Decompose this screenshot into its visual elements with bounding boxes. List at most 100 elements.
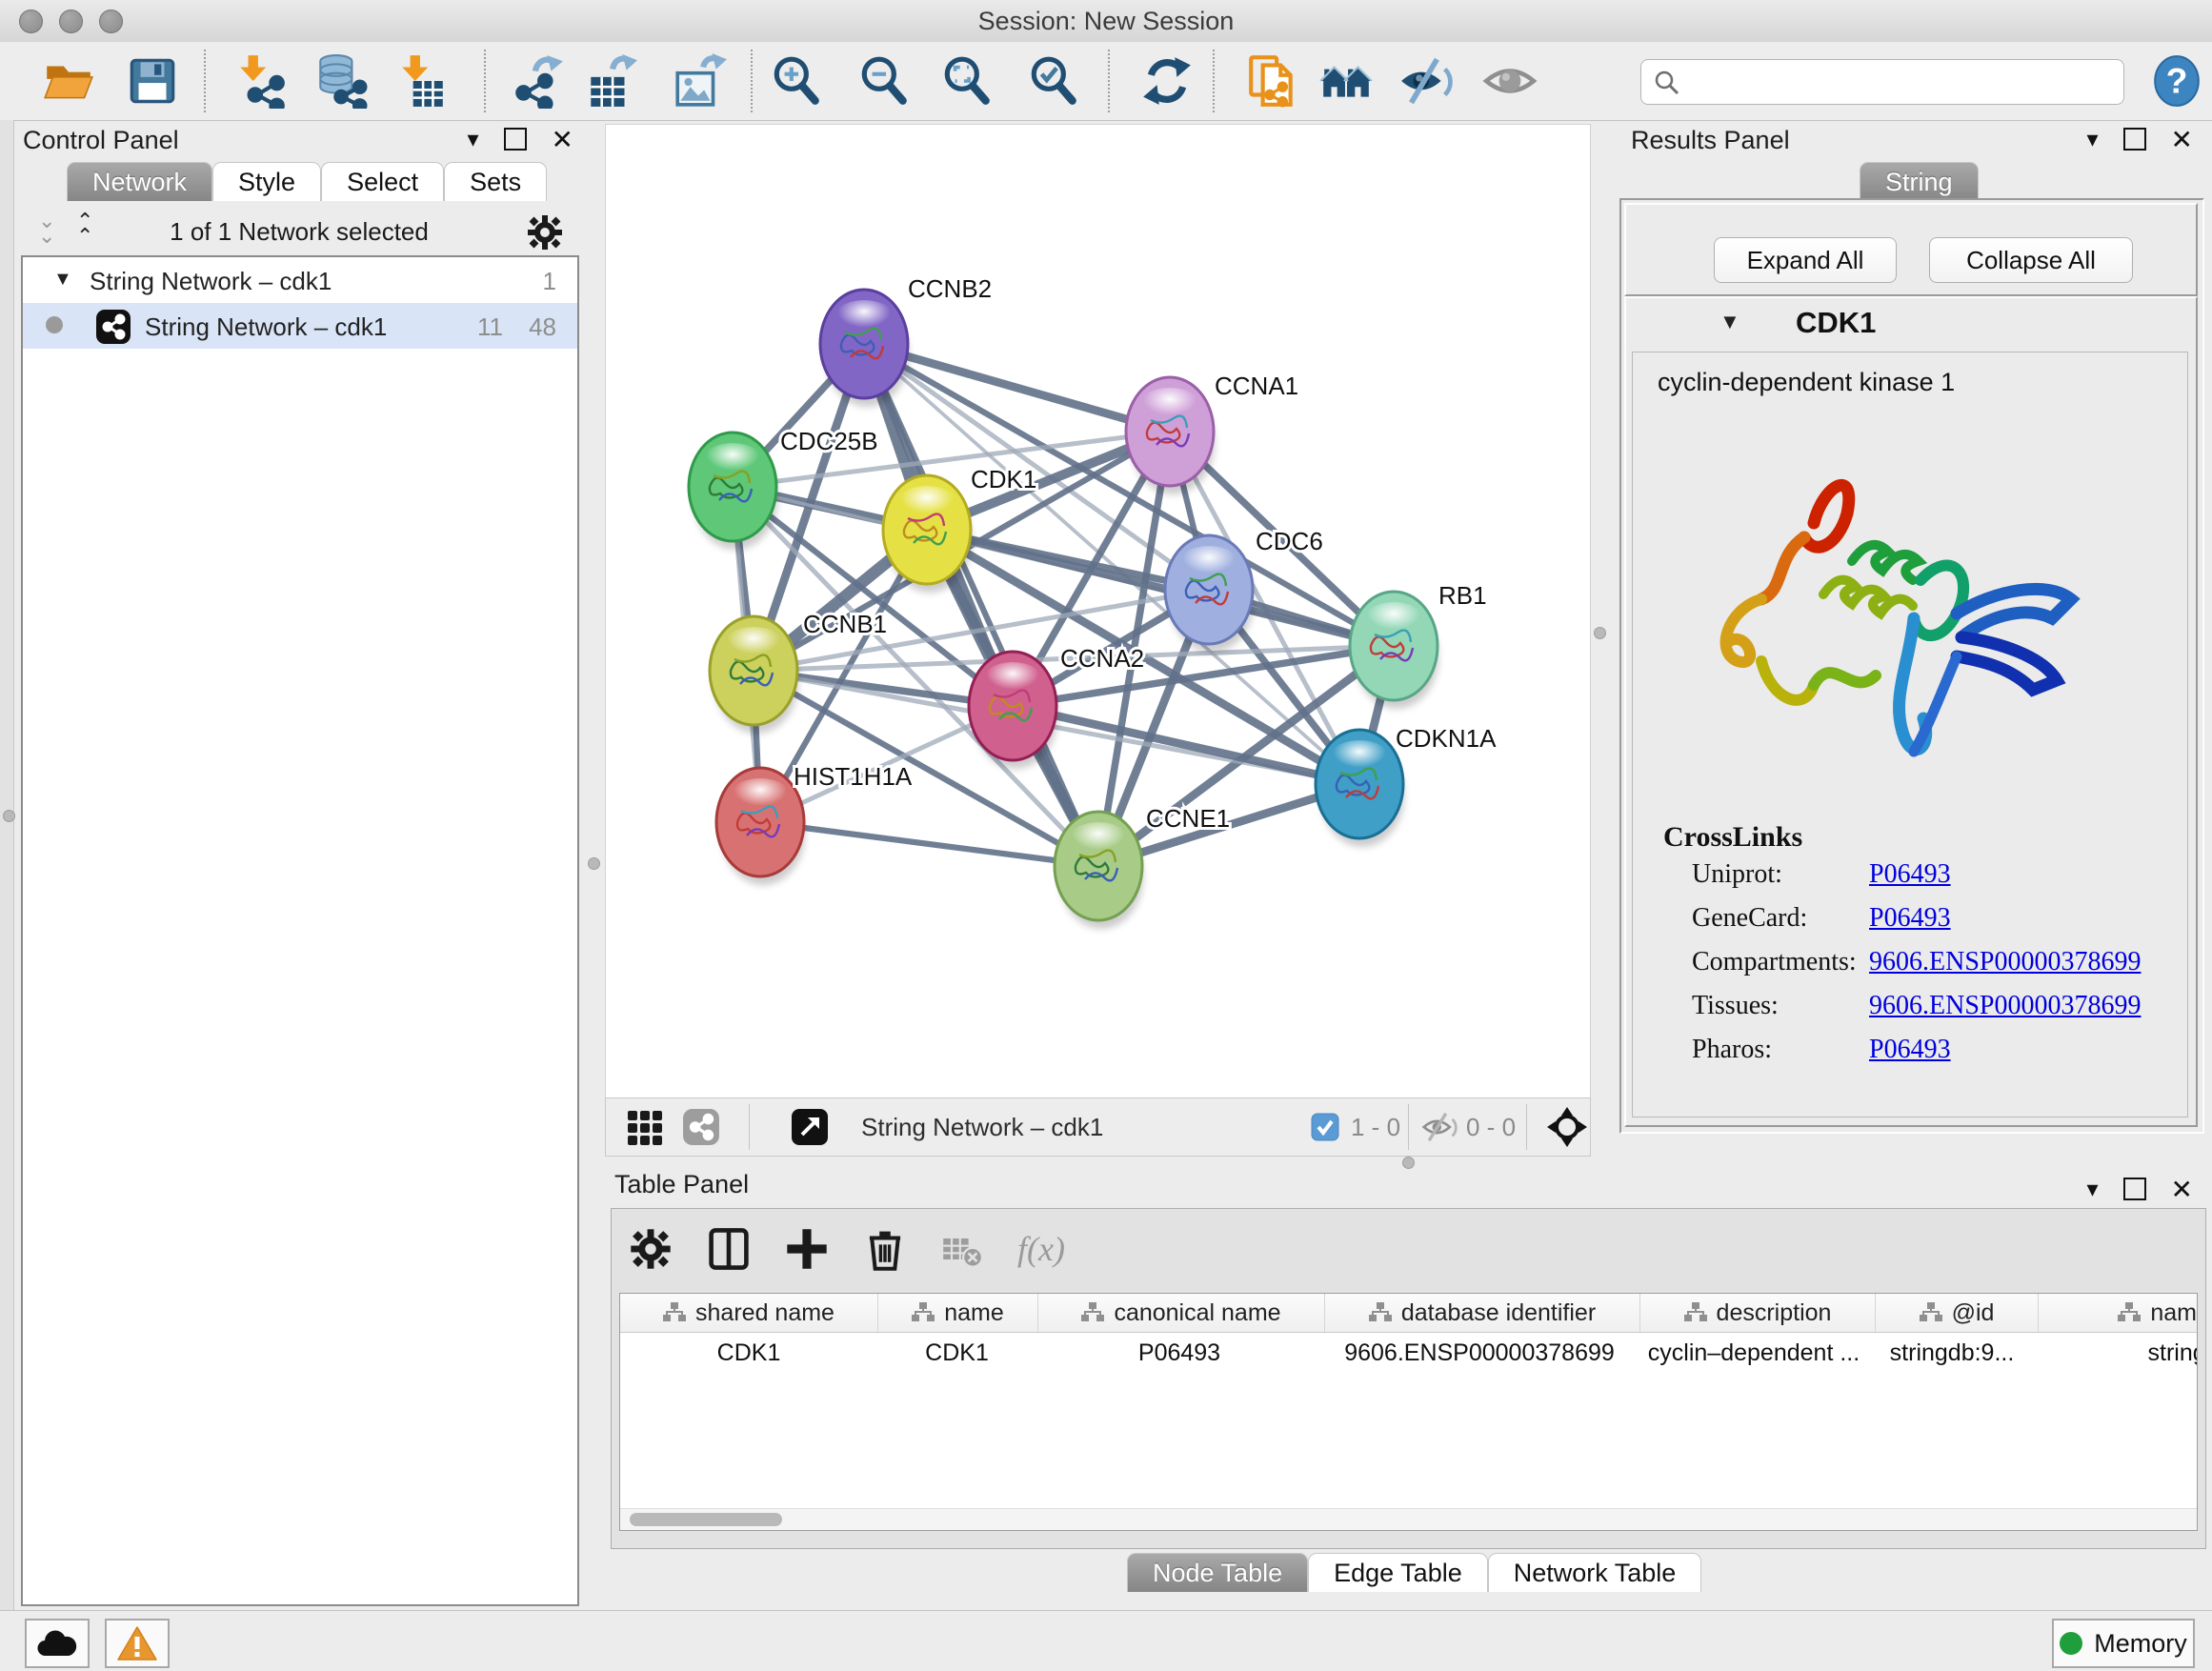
export-table-button[interactable] bbox=[583, 53, 638, 109]
tab-edge-table[interactable]: Edge Table bbox=[1308, 1553, 1488, 1592]
crosslink-value-link[interactable]: 9606.ENSP00000378699 bbox=[1869, 947, 2141, 977]
show-graphics-details-button[interactable] bbox=[1482, 53, 1538, 109]
control-network-splitter-handle[interactable] bbox=[588, 857, 600, 870]
table-cell[interactable]: stringdb:9... bbox=[1871, 1333, 2033, 1373]
network-collection-row[interactable]: ▼ String Network – cdk1 1 bbox=[23, 257, 577, 303]
open-session-button[interactable] bbox=[41, 53, 96, 109]
save-session-button[interactable] bbox=[125, 53, 180, 109]
table-options-gear-icon[interactable] bbox=[629, 1227, 673, 1271]
memory-button[interactable]: Memory bbox=[2052, 1619, 2195, 1668]
column-header--id[interactable]: @id bbox=[1876, 1294, 2039, 1332]
table-cell[interactable]: CDK1 bbox=[877, 1333, 1036, 1373]
search-input[interactable] bbox=[1691, 62, 2114, 102]
close-panel-icon[interactable]: ✕ bbox=[2171, 124, 2193, 155]
export-image-button[interactable] bbox=[672, 53, 727, 109]
float-panel-icon[interactable] bbox=[2123, 1178, 2146, 1200]
network-node-ccne1[interactable] bbox=[1055, 812, 1143, 929]
warnings-button[interactable] bbox=[105, 1619, 170, 1668]
table-cell[interactable]: cyclin–dependent ... bbox=[1637, 1333, 1871, 1373]
import-table-icon bbox=[393, 53, 449, 109]
network-edge[interactable] bbox=[864, 344, 1170, 432]
show-columns-icon[interactable] bbox=[707, 1227, 751, 1271]
collapse-panel-icon[interactable]: ▾ bbox=[467, 126, 478, 153]
open-in-window-icon[interactable] bbox=[791, 1108, 829, 1146]
collapse-panel-icon[interactable]: ▾ bbox=[2086, 1176, 2098, 1203]
import-network-file-button[interactable] bbox=[233, 53, 289, 109]
column-header-canonical-name[interactable]: canonical name bbox=[1038, 1294, 1325, 1332]
float-panel-icon[interactable] bbox=[504, 128, 527, 151]
string-hide-glass-button[interactable] bbox=[1398, 53, 1453, 109]
tab-select[interactable]: Select bbox=[321, 162, 444, 201]
tab-network[interactable]: Network bbox=[67, 162, 212, 201]
tab-node-table[interactable]: Node Table bbox=[1127, 1553, 1308, 1592]
tab-style[interactable]: Style bbox=[212, 162, 321, 201]
close-panel-icon[interactable]: ✕ bbox=[552, 124, 573, 155]
network-options-gear-icon[interactable] bbox=[526, 213, 564, 252]
refresh-button[interactable] bbox=[1139, 53, 1195, 109]
table-cell[interactable]: P06493 bbox=[1036, 1333, 1322, 1373]
table-horizontal-scrollbar[interactable] bbox=[620, 1508, 2197, 1530]
fit-selected-crosshair-icon[interactable] bbox=[1547, 1107, 1587, 1147]
network-node-cdc25b[interactable] bbox=[689, 433, 777, 550]
birds-eye-view-icon[interactable] bbox=[627, 1110, 663, 1146]
table-cell[interactable]: CDK1 bbox=[620, 1333, 877, 1373]
tab-network-table[interactable]: Network Table bbox=[1488, 1553, 1702, 1592]
string-view-icon[interactable] bbox=[682, 1108, 720, 1146]
hidden-eye-slash-icon[interactable] bbox=[1421, 1112, 1458, 1142]
zoom-selected-button[interactable] bbox=[1026, 53, 1081, 109]
zoom-fit-button[interactable] bbox=[939, 53, 995, 109]
table-cell[interactable]: stringdb bbox=[2033, 1333, 2198, 1373]
scrollbar-thumb[interactable] bbox=[630, 1513, 782, 1526]
network-node-ccna2[interactable] bbox=[969, 652, 1057, 769]
collection-expand-icon[interactable]: ▼ bbox=[53, 269, 72, 291]
zoom-in-button[interactable] bbox=[769, 53, 824, 109]
network-node-cdk1[interactable] bbox=[883, 475, 972, 593]
string-home-button[interactable] bbox=[1318, 53, 1374, 109]
crosslink-value-link[interactable]: 9606.ENSP00000378699 bbox=[1869, 991, 2141, 1021]
network-node-cdkn1a[interactable] bbox=[1316, 730, 1404, 847]
collapse-panel-icon[interactable]: ▾ bbox=[2086, 126, 2098, 153]
float-panel-icon[interactable] bbox=[2123, 128, 2146, 151]
network-graph[interactable]: CCNB2CCNA1CDC25BCDK1CDC6RB1CCNB1CCNA2CDK… bbox=[606, 125, 1590, 1098]
crosslink-value-link[interactable]: P06493 bbox=[1869, 1035, 1951, 1065]
gene-card-header[interactable]: ▼ CDK1 bbox=[1626, 298, 2196, 348]
network-node-ccnb2[interactable] bbox=[820, 290, 909, 407]
import-table-file-button[interactable] bbox=[393, 53, 449, 109]
node-table[interactable]: shared namenamecanonical namedatabase id… bbox=[619, 1293, 2198, 1531]
network-node-ccnb1[interactable] bbox=[710, 616, 798, 734]
network-edge[interactable] bbox=[760, 822, 1098, 866]
cloud-status-button[interactable] bbox=[25, 1619, 90, 1668]
add-column-icon[interactable] bbox=[785, 1227, 829, 1271]
selected-checkbox-icon[interactable] bbox=[1311, 1113, 1339, 1141]
collapse-all-button[interactable]: Collapse All bbox=[1929, 237, 2133, 283]
column-header-description[interactable]: description bbox=[1640, 1294, 1876, 1332]
expand-all-button[interactable]: Expand All bbox=[1714, 237, 1897, 283]
string-copy-network-button[interactable] bbox=[1245, 53, 1300, 109]
tab-string[interactable]: String bbox=[1860, 162, 1979, 201]
network-row[interactable]: String Network – cdk1 11 48 bbox=[23, 303, 577, 349]
gene-collapse-icon[interactable]: ▼ bbox=[1719, 310, 1740, 334]
export-network-button[interactable] bbox=[510, 53, 565, 109]
network-node-hist1h1a[interactable] bbox=[716, 768, 805, 885]
column-header-database-identifier[interactable]: database identifier bbox=[1325, 1294, 1640, 1332]
network-node-cdc6[interactable] bbox=[1165, 535, 1254, 653]
network-node-ccna1[interactable] bbox=[1126, 377, 1215, 494]
column-header-name[interactable]: name bbox=[878, 1294, 1038, 1332]
table-panel-splitter-handle[interactable] bbox=[1402, 1157, 1415, 1169]
network-node-rb1[interactable] bbox=[1350, 592, 1438, 709]
tab-sets[interactable]: Sets bbox=[444, 162, 547, 201]
delete-column-icon[interactable] bbox=[863, 1227, 907, 1271]
column-header-namespace[interactable]: namespace bbox=[2039, 1294, 2198, 1332]
crosslink-value-link[interactable]: P06493 bbox=[1869, 903, 1951, 934]
crosslink-value-link[interactable]: P06493 bbox=[1869, 859, 1951, 890]
results-panel-splitter-handle[interactable] bbox=[1594, 627, 1606, 639]
search-field[interactable] bbox=[1640, 59, 2124, 105]
zoom-out-button[interactable] bbox=[856, 53, 912, 109]
network-canvas[interactable]: CCNB2CCNA1CDC25BCDK1CDC6RB1CCNB1CCNA2CDK… bbox=[605, 124, 1591, 1099]
import-network-database-button[interactable] bbox=[312, 53, 368, 109]
column-header-shared-name[interactable]: shared name bbox=[620, 1294, 878, 1332]
table-cell[interactable]: 9606.ENSP00000378699 bbox=[1322, 1333, 1637, 1373]
help-button[interactable]: ? bbox=[2149, 53, 2204, 109]
table-row[interactable]: CDK1CDK1P064939606.ENSP00000378699cyclin… bbox=[620, 1333, 2198, 1373]
close-panel-icon[interactable]: ✕ bbox=[2171, 1174, 2193, 1205]
